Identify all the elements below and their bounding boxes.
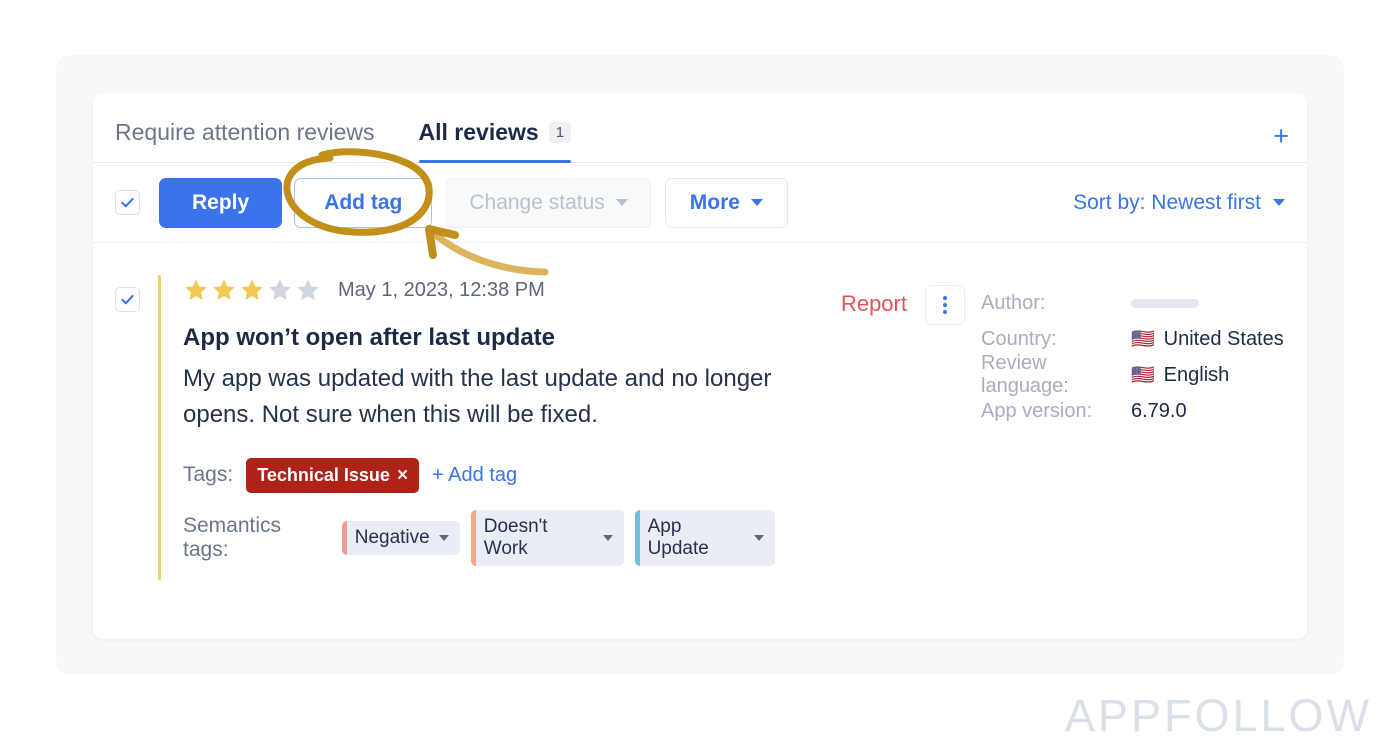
add-tag-link[interactable]: + Add tag	[432, 464, 517, 487]
report-link[interactable]: Report	[841, 291, 907, 317]
more-label: More	[689, 190, 740, 214]
chevron-down-icon	[615, 199, 628, 206]
star-filled-icon	[185, 279, 207, 300]
metadata-key: Author:	[981, 291, 1046, 314]
semantic-tag-app-update[interactable]: App Update	[634, 509, 775, 566]
tags-row: Tags: Technical Issue × + Add tag	[183, 457, 775, 493]
review-card: Require attention reviews All reviews 1 …	[93, 93, 1307, 639]
star-filled-icon	[213, 279, 235, 300]
metadata-row: Review language: 🇺🇸 English	[981, 352, 1285, 397]
metadata-value-text: United States	[1163, 327, 1284, 350]
tag-chip-technical-issue[interactable]: Technical Issue ×	[246, 457, 420, 493]
select-all-checkbox[interactable]	[115, 190, 140, 215]
review-item: May 1, 2023, 12:38 PM App won’t open aft…	[93, 243, 1307, 580]
metadata-value-text: 6.79.0	[1131, 399, 1187, 422]
reply-button[interactable]: Reply	[159, 177, 283, 228]
star-empty-icon	[269, 279, 291, 300]
metadata-key: App version:	[981, 399, 1093, 422]
flag-icon: 🇺🇸	[1131, 328, 1155, 350]
more-vertical-icon-dot	[943, 296, 947, 300]
sort-by-dropdown[interactable]: Sort by: Newest first	[1073, 191, 1285, 215]
metadata-value: 🇺🇸 English	[1131, 364, 1229, 387]
semantic-tag-negative[interactable]: Negative	[341, 520, 460, 555]
tab-bar: Require attention reviews All reviews 1 …	[93, 93, 1307, 163]
metadata-key: Country:	[981, 327, 1057, 350]
metadata-value-text: English	[1163, 363, 1230, 386]
flag-icon: 🇺🇸	[1131, 364, 1155, 386]
tab-all-reviews-label: All reviews	[418, 119, 539, 145]
star-rating	[183, 277, 321, 303]
semantics-tags-label: Semantics tags:	[183, 513, 282, 561]
review-title: App won’t open after last update	[183, 324, 556, 351]
chevron-down-icon	[602, 534, 613, 541]
add-tag-button[interactable]: Add tag	[294, 177, 433, 228]
semantic-tag-label: Doesn't Work	[483, 515, 548, 559]
tab-all-reviews[interactable]: All reviews 1	[418, 119, 572, 163]
remove-tag-icon[interactable]: ×	[397, 466, 408, 485]
metadata-row: App version: 6.79.0	[981, 393, 1285, 429]
semantic-tag-doesnt-work[interactable]: Doesn't Work	[470, 509, 624, 566]
tag-chip-label: Technical Issue	[257, 464, 390, 485]
chevron-down-icon	[750, 199, 763, 206]
tab-require-attention-label: Require attention reviews	[115, 119, 375, 145]
metadata-value: 6.79.0	[1131, 400, 1187, 423]
metadata-row: Author:	[981, 285, 1285, 321]
more-vertical-icon-dot	[943, 310, 947, 314]
bulk-action-toolbar: Reply Add tag Change status More Sort by…	[93, 163, 1307, 243]
chevron-down-icon	[438, 534, 449, 541]
more-button[interactable]: More	[664, 177, 788, 228]
redacted-author-bar	[1131, 298, 1199, 308]
change-status-button[interactable]: Change status	[446, 177, 651, 228]
review-body: My app was updated with the last update …	[183, 365, 772, 429]
tab-all-reviews-count: 1	[548, 121, 572, 144]
appfollow-watermark: APPFOLLOW	[1064, 690, 1372, 741]
checkmark-icon	[121, 197, 134, 208]
checkmark-icon	[121, 294, 134, 305]
star-filled-icon	[241, 279, 263, 300]
metadata-value	[1131, 298, 1199, 308]
review-select-checkbox[interactable]	[115, 287, 140, 312]
metadata-value: 🇺🇸 United States	[1131, 328, 1284, 351]
chevron-down-icon	[1273, 199, 1285, 206]
tab-require-attention-reviews[interactable]: Require attention reviews	[115, 119, 375, 162]
review-metadata: Author: Country: 🇺🇸 United States Review lan…	[965, 275, 1285, 580]
metadata-key: Review language:	[981, 352, 1069, 397]
review-rating-line: May 1, 2023, 12:38 PM	[183, 275, 775, 305]
add-tab-plus-icon[interactable]: +	[1273, 123, 1289, 150]
chevron-down-icon	[754, 534, 764, 541]
review-actions: Report	[775, 275, 965, 580]
review-content: May 1, 2023, 12:38 PM App won’t open aft…	[161, 275, 775, 580]
review-date: May 1, 2023, 12:38 PM	[338, 278, 545, 301]
screenshot-root: Require attention reviews All reviews 1 …	[0, 0, 1400, 756]
star-empty-icon	[297, 279, 319, 300]
semantic-tags-row: Semantics tags: Negative Doesn't Work Ap…	[183, 509, 775, 566]
change-status-label: Change status	[469, 190, 605, 214]
semantic-tag-label: App Update	[647, 515, 709, 559]
semantic-tag-label: Negative	[354, 526, 430, 548]
review-options-menu-button[interactable]	[925, 285, 965, 325]
sort-by-label: Sort by: Newest first	[1073, 190, 1261, 214]
more-vertical-icon-dot	[943, 303, 947, 307]
tags-label: Tags:	[183, 463, 234, 487]
